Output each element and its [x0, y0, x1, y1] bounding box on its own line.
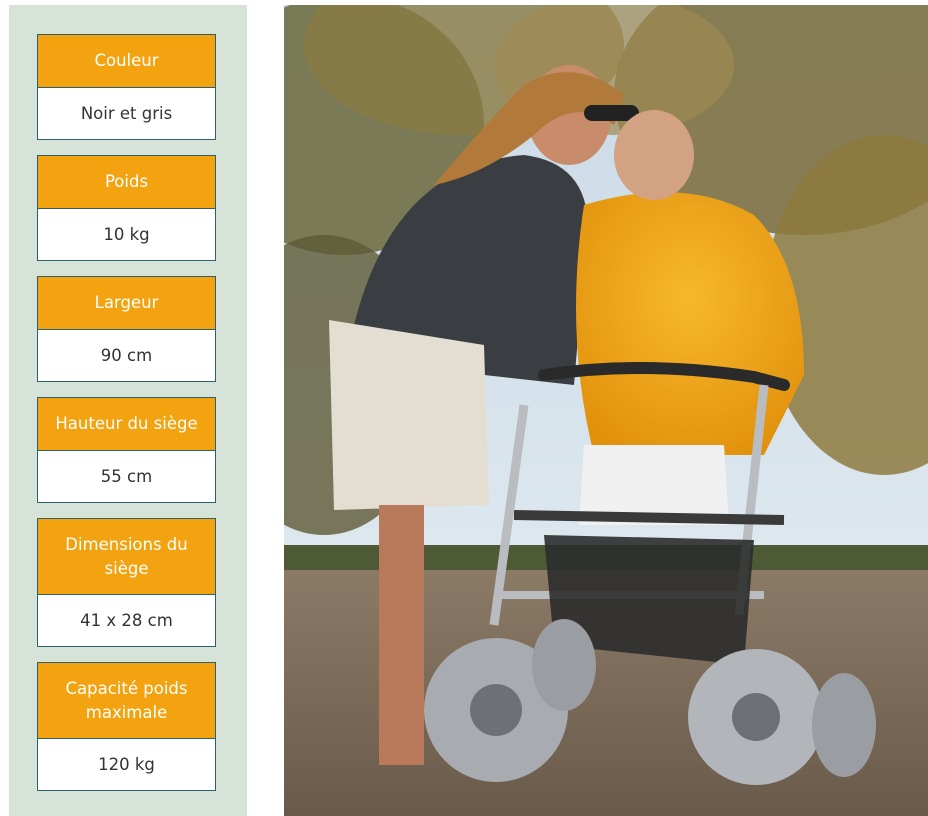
spec-label: Poids [38, 156, 215, 209]
spec-label: Couleur [38, 35, 215, 88]
spec-value: 41 x 28 cm [38, 595, 215, 646]
spec-card-hauteur-siege: Hauteur du siège 55 cm [37, 397, 216, 503]
spec-value: Noir et gris [38, 88, 215, 139]
spec-label: Dimensions du siège [38, 519, 215, 595]
spec-value: 120 kg [38, 739, 215, 790]
spec-card-poids: Poids 10 kg [37, 155, 216, 261]
photo-image [284, 5, 928, 816]
spec-label: Capacité poids maximale [38, 663, 215, 739]
spec-value: 55 cm [38, 451, 215, 502]
spec-card-largeur: Largeur 90 cm [37, 276, 216, 382]
spec-value: 90 cm [38, 330, 215, 381]
spec-value: 10 kg [38, 209, 215, 260]
spec-card-capacite-poids: Capacité poids maximale 120 kg [37, 662, 216, 791]
spec-label: Hauteur du siège [38, 398, 215, 451]
spec-label: Largeur [38, 277, 215, 330]
spec-panel: Couleur Noir et gris Poids 10 kg Largeur… [9, 5, 247, 816]
spec-card-dimensions-siege: Dimensions du siège 41 x 28 cm [37, 518, 216, 647]
product-photo [284, 5, 928, 816]
spec-card-couleur: Couleur Noir et gris [37, 34, 216, 140]
